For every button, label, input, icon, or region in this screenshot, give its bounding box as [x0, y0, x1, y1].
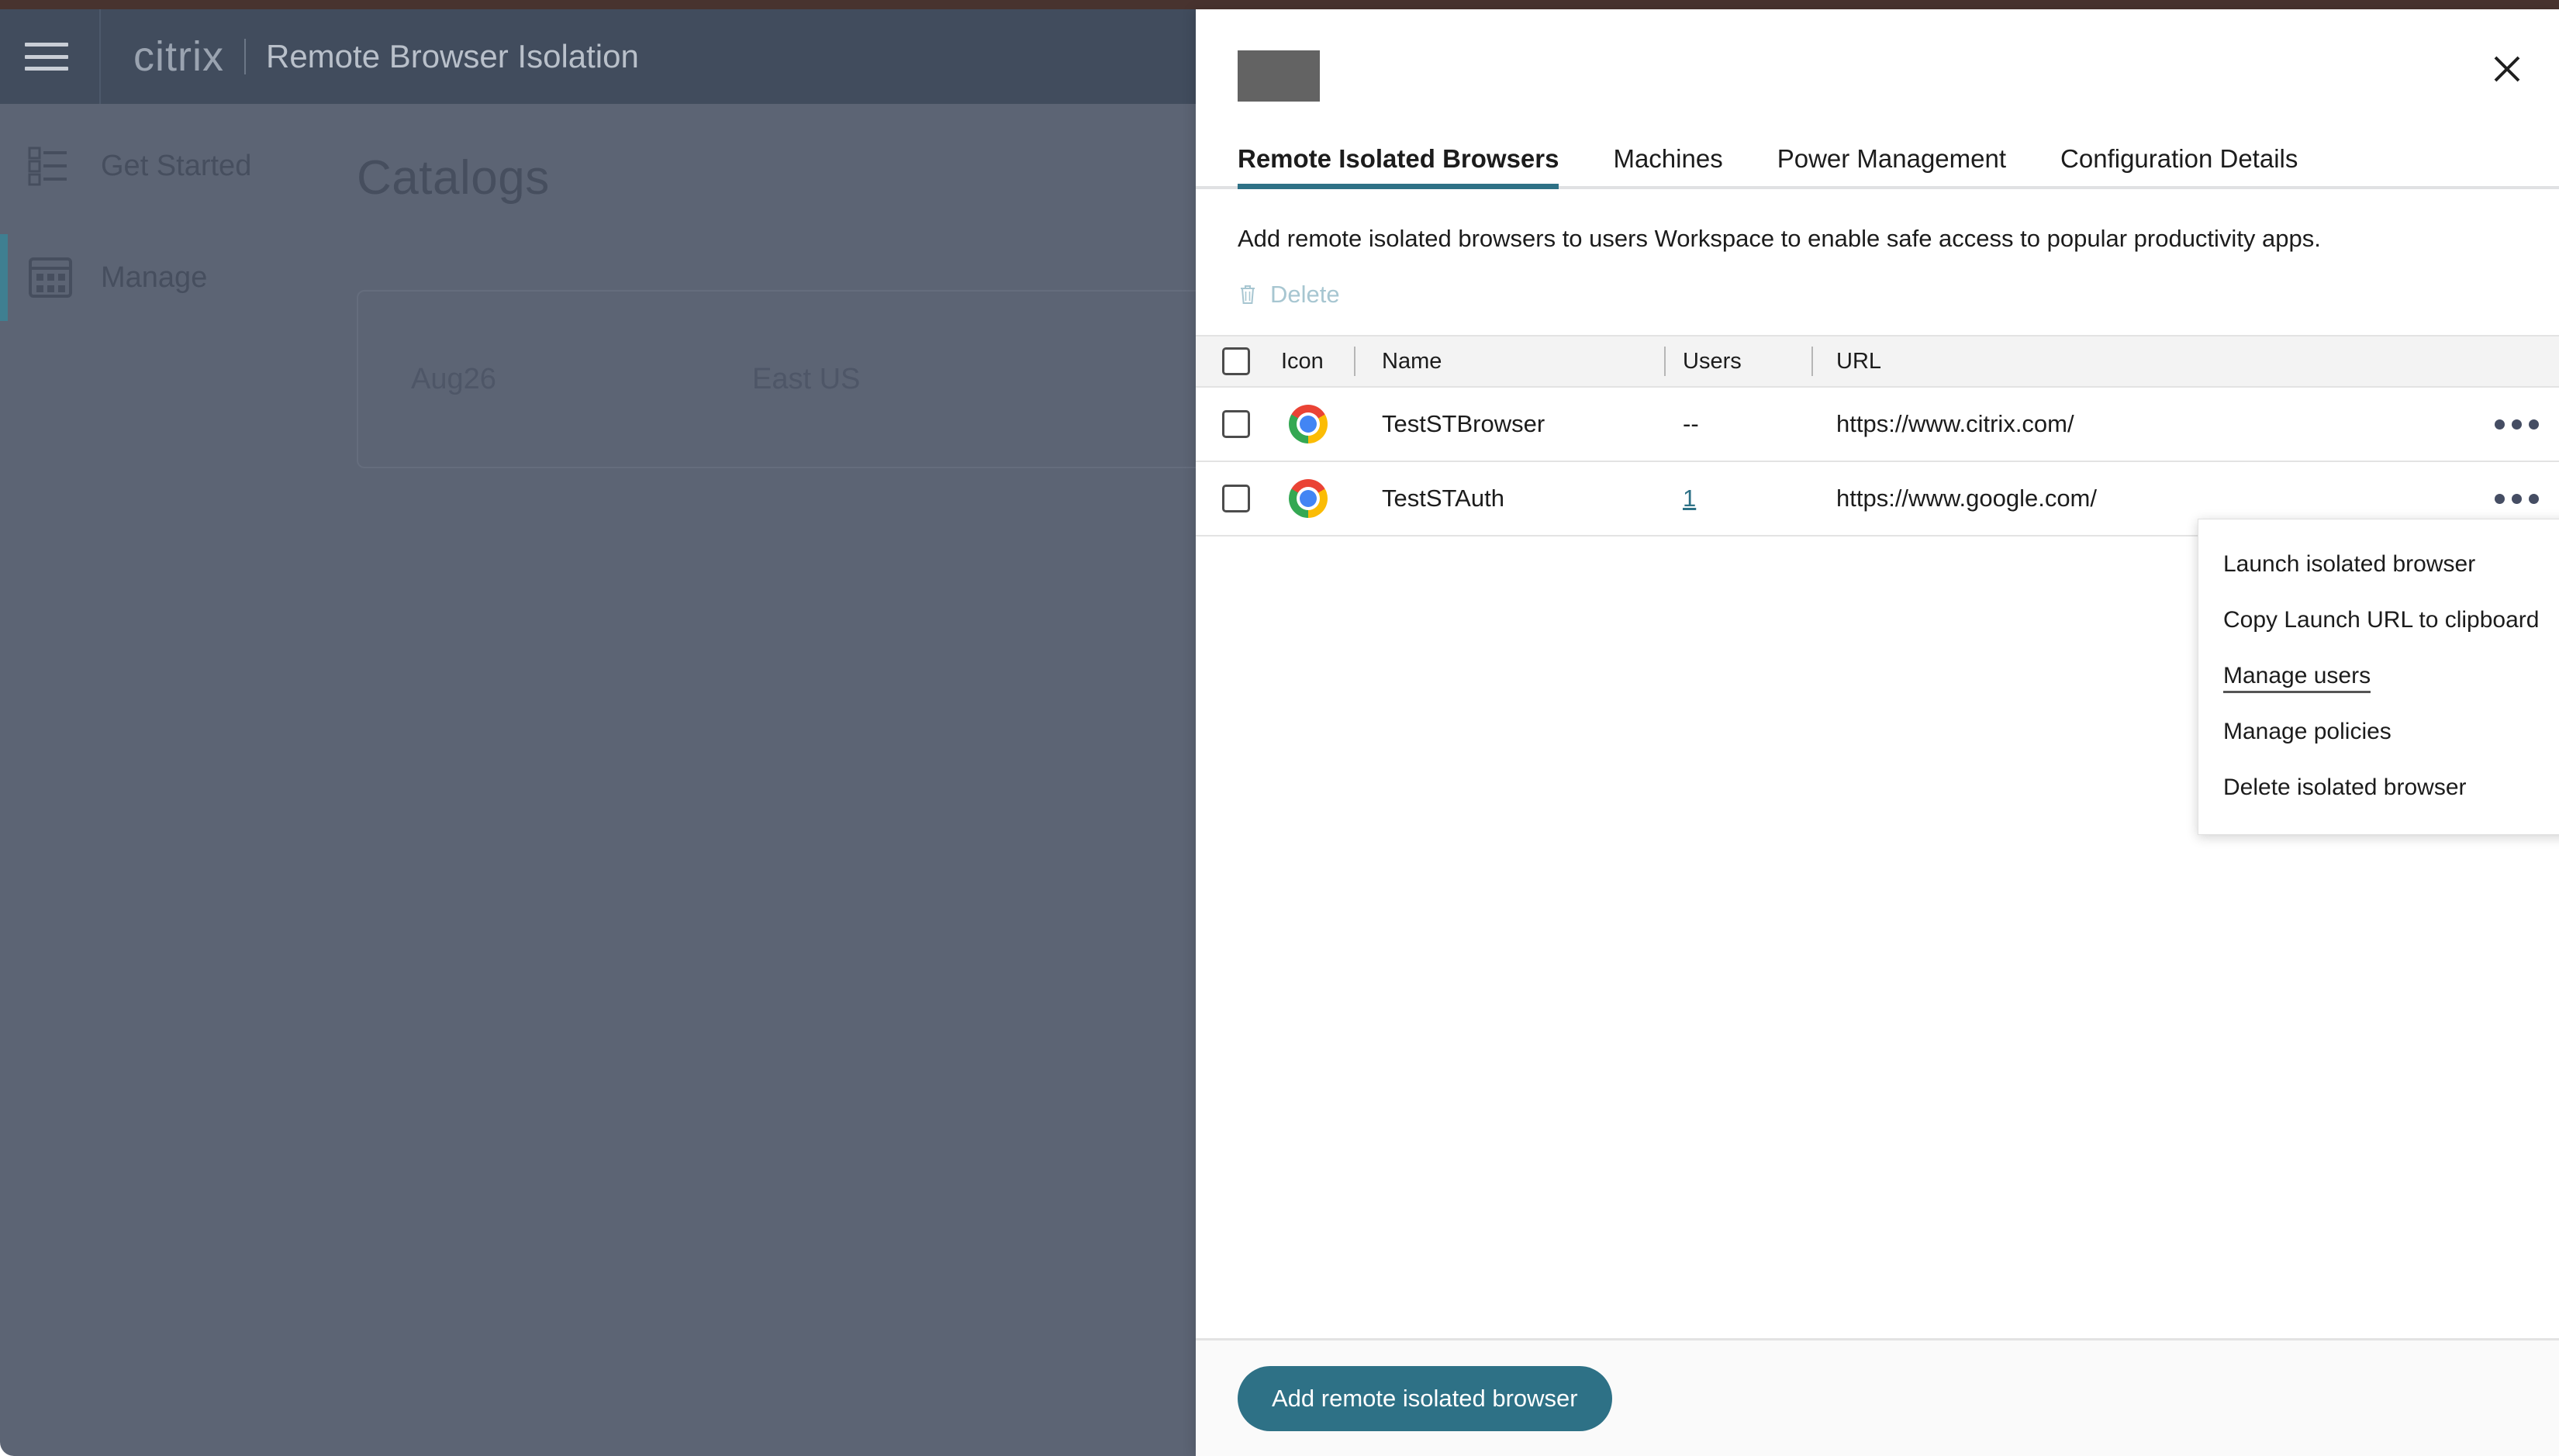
panel-tabs: Remote Isolated Browsers Machines Power … — [1196, 141, 2559, 189]
background-app: citrix Remote Browser Isolation Get Star… — [0, 9, 1196, 1456]
row-url-cell: https://www.google.com/ — [1811, 485, 2474, 512]
table-toolbar: Delete — [1196, 253, 2559, 309]
panel-title-redacted — [1238, 50, 1320, 102]
table-header-row: Icon Name Users URL — [1196, 335, 2559, 388]
chrome-icon — [1289, 405, 1328, 443]
row-users-cell: -- — [1664, 410, 1811, 438]
column-label: Users — [1683, 348, 1742, 374]
menu-item-copy-launch-url[interactable]: Copy Launch URL to clipboard — [2198, 592, 2559, 648]
users-count: -- — [1683, 410, 1699, 437]
row-checkbox[interactable] — [1222, 485, 1250, 512]
sidebar-item-get-started[interactable]: Get Started — [0, 122, 318, 209]
column-label: Icon — [1281, 348, 1324, 374]
grid-icon — [26, 254, 74, 302]
row-select-cell — [1196, 485, 1276, 512]
hamburger-icon[interactable] — [25, 40, 68, 74]
browser-name: TestSTBrowser — [1382, 410, 1545, 437]
menu-item-delete-isolated-browser[interactable]: Delete isolated browser — [2198, 760, 2559, 816]
row-name-cell: TestSTBrowser — [1354, 410, 1664, 438]
select-all-cell — [1196, 347, 1276, 375]
browser-chrome-strip — [0, 0, 2559, 9]
catalog-name: Aug26 — [411, 362, 496, 395]
row-name-cell: TestSTAuth — [1354, 485, 1664, 512]
details-panel: Remote Isolated Browsers Machines Power … — [1196, 9, 2559, 1456]
page-title: Catalogs — [357, 151, 550, 205]
menu-item-manage-policies[interactable]: Manage policies — [2198, 704, 2559, 760]
browser-url: https://www.google.com/ — [1836, 485, 2097, 512]
table-row[interactable]: TestSTBrowser -- https://www.citrix.com/ — [1196, 388, 2559, 462]
column-header-url: URL — [1811, 349, 2474, 374]
sidebar-item-label: Manage — [101, 260, 208, 294]
tab-configuration-details[interactable]: Configuration Details — [2060, 144, 2298, 186]
header-divider — [99, 9, 101, 104]
tab-machines[interactable]: Machines — [1613, 144, 1722, 186]
catalog-card[interactable]: Aug26 East US — [357, 290, 1196, 468]
menu-item-label: Manage policies — [2223, 719, 2392, 744]
column-label: Name — [1382, 348, 1442, 374]
brand-separator — [243, 39, 246, 74]
browser-name: TestSTAuth — [1382, 485, 1504, 512]
menu-item-label: Launch isolated browser — [2223, 551, 2476, 577]
app-title: Remote Browser Isolation — [265, 38, 639, 74]
row-context-menu: Launch isolated browser Copy Launch URL … — [2198, 519, 2559, 835]
kebab-menu-icon[interactable] — [2487, 486, 2547, 512]
panel-footer: Add remote isolated browser — [1196, 1338, 2559, 1456]
chrome-icon — [1289, 479, 1328, 518]
row-icon-cell — [1276, 479, 1354, 518]
tab-remote-isolated-browsers[interactable]: Remote Isolated Browsers — [1238, 144, 1559, 189]
tab-power-management[interactable]: Power Management — [1777, 144, 2006, 186]
column-header-name: Name — [1354, 349, 1664, 374]
citrix-logo: citrix — [133, 33, 224, 80]
row-users-cell: 1 — [1664, 485, 1811, 512]
users-count-link[interactable]: 1 — [1683, 485, 1696, 512]
checklist-icon — [26, 142, 74, 190]
delete-button[interactable]: Delete — [1238, 281, 1340, 309]
row-select-cell — [1196, 410, 1276, 438]
menu-item-label: Copy Launch URL to clipboard — [2223, 607, 2540, 633]
add-remote-isolated-browser-button[interactable]: Add remote isolated browser — [1238, 1365, 1612, 1431]
menu-item-label: Delete isolated browser — [2223, 775, 2467, 800]
row-actions-cell — [2474, 412, 2559, 437]
catalog-region: East US — [752, 362, 861, 395]
screen: citrix Remote Browser Isolation Get Star… — [0, 0, 2559, 1456]
panel-header — [1196, 9, 2559, 141]
app-body: Get Started Manage Catalogs Aug26 East U… — [0, 104, 1196, 1456]
trash-icon — [1238, 283, 1258, 306]
main-content: Catalogs Aug26 East US — [318, 104, 1196, 1456]
column-header-users: Users — [1664, 349, 1811, 374]
menu-item-launch-isolated-browser[interactable]: Launch isolated browser — [2198, 537, 2559, 592]
select-all-checkbox[interactable] — [1222, 347, 1250, 375]
menu-item-manage-users[interactable]: Manage users — [2198, 648, 2559, 704]
app-header: citrix Remote Browser Isolation — [0, 9, 1196, 104]
close-icon[interactable] — [2481, 43, 2533, 95]
row-icon-cell — [1276, 405, 1354, 443]
sidebar: Get Started Manage — [0, 104, 318, 1456]
browsers-table: Icon Name Users URL TestSTBrowser -- htt… — [1196, 335, 2559, 537]
column-header-icon: Icon — [1276, 349, 1354, 374]
panel-description: Add remote isolated browsers to users Wo… — [1238, 225, 2321, 252]
browser-url: https://www.citrix.com/ — [1836, 410, 2074, 437]
row-actions-cell — [2474, 486, 2559, 512]
menu-item-label: Manage users — [2223, 663, 2371, 693]
row-url-cell: https://www.citrix.com/ — [1811, 410, 2474, 438]
kebab-menu-icon[interactable] — [2487, 412, 2547, 437]
column-label: URL — [1836, 348, 1882, 374]
delete-label: Delete — [1270, 281, 1340, 308]
sidebar-item-label: Get Started — [101, 149, 252, 182]
row-checkbox[interactable] — [1222, 410, 1250, 438]
sidebar-item-manage[interactable]: Manage — [0, 234, 318, 321]
